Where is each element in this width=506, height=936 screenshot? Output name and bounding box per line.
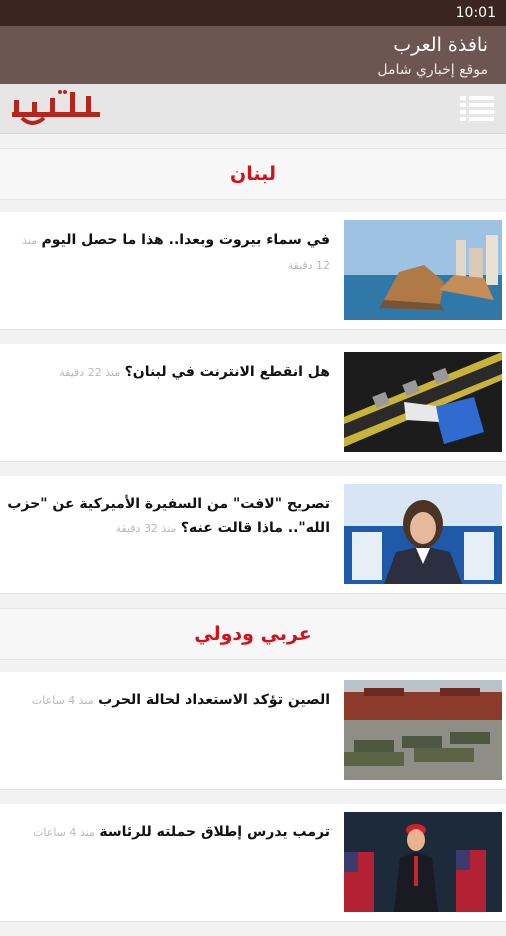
article-time: منذ 32 دقيقة <box>115 522 177 535</box>
article-card[interactable]: ترمب يدرس إطلاق حملته للرئاسة منذ 4 ساعا… <box>0 804 506 922</box>
article-headline: ترمب يدرس إطلاق حملته للرئاسة <box>99 824 330 840</box>
article-time: منذ 4 ساعات <box>33 826 95 839</box>
article-headline: هل انقطع الانترنت في لبنان؟ <box>124 364 330 380</box>
site-logo[interactable] <box>10 88 104 130</box>
article-thumbnail <box>344 484 502 584</box>
section-title: لبنان <box>230 163 276 185</box>
article-headline: الصين تؤكد الاستعداد لحالة الحرب <box>98 692 330 708</box>
article-card[interactable]: هل انقطع الانترنت في لبنان؟ منذ 22 دقيقة <box>0 344 506 462</box>
section-header-lebanon[interactable]: لبنان <box>0 148 506 200</box>
article-time: منذ 22 دقيقة <box>59 366 121 379</box>
article-card[interactable]: في سماء بيروت وبعدا.. هذا ما حصل اليوم م… <box>0 212 506 330</box>
menu-list-icon[interactable] <box>460 94 494 122</box>
article-thumbnail <box>344 220 502 320</box>
app-bar: نافذة العرب موقع إخباري شامل <box>0 26 506 84</box>
app-title: نافذة العرب <box>393 34 488 56</box>
article-headline: في سماء بيروت وبعدا.. هذا ما حصل اليوم <box>41 232 330 248</box>
app-subtitle: موقع إخباري شامل <box>377 62 488 78</box>
status-time: 10:01 <box>455 5 496 21</box>
logo-bar <box>0 84 506 134</box>
section-title: عربي ودولي <box>194 623 312 645</box>
article-card[interactable]: الصين تؤكد الاستعداد لحالة الحرب منذ 4 س… <box>0 672 506 790</box>
news-feed[interactable]: لبنان في سماء بيروت وبعدا.. هذا ما حصل ا… <box>0 148 506 936</box>
status-bar: 10:01 <box>0 0 506 26</box>
section-header-world[interactable]: عربي ودولي <box>0 608 506 660</box>
article-thumbnail <box>344 352 502 452</box>
article-thumbnail <box>344 680 502 780</box>
article-card[interactable]: تصريح "لافت" من السفيرة الأميركية عن "حز… <box>0 476 506 594</box>
article-thumbnail <box>344 812 502 912</box>
article-time: منذ 4 ساعات <box>31 694 94 707</box>
